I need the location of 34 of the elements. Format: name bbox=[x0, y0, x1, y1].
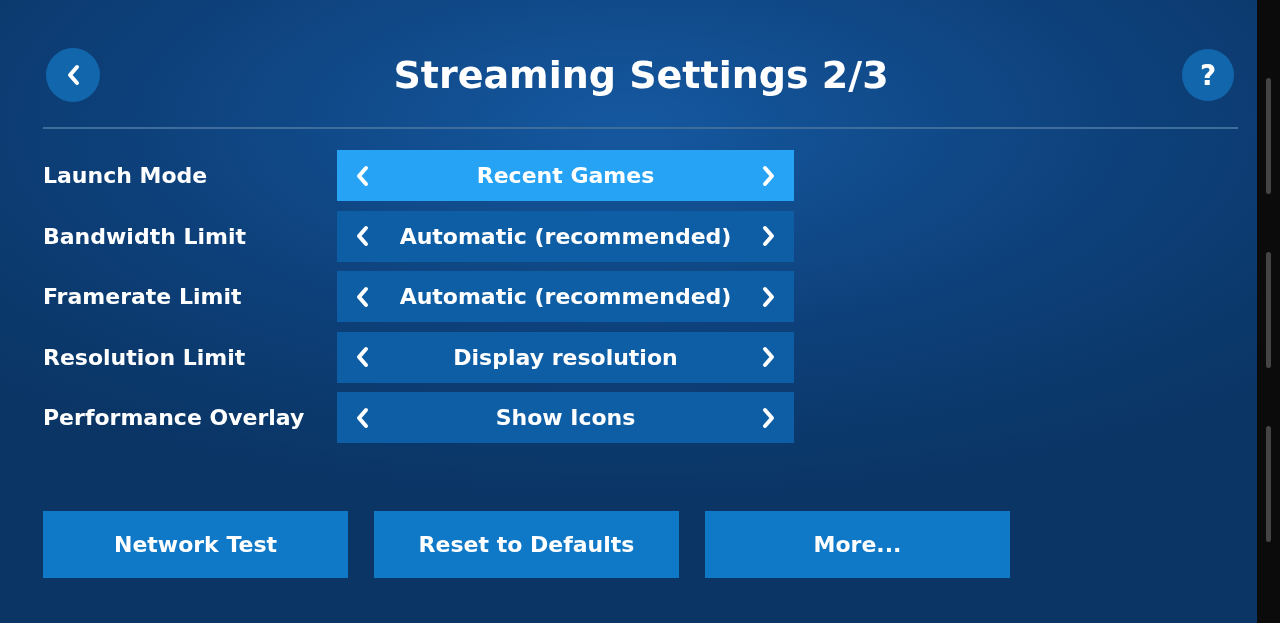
next-button[interactable] bbox=[762, 225, 776, 247]
next-button[interactable] bbox=[762, 346, 776, 368]
nav-handle[interactable] bbox=[1266, 426, 1271, 542]
setting-label: Performance Overlay bbox=[43, 405, 306, 430]
back-button[interactable] bbox=[46, 48, 100, 102]
action-button[interactable]: Reset to Defaults bbox=[374, 511, 679, 578]
page-title: Streaming Settings 2/3 bbox=[393, 53, 889, 97]
nav-handle[interactable] bbox=[1266, 252, 1271, 368]
option-selector[interactable]: Show Icons bbox=[337, 392, 794, 443]
option-selector[interactable]: Automatic (recommended) bbox=[337, 271, 794, 322]
option-selector[interactable]: Automatic (recommended) bbox=[337, 210, 794, 262]
help-button[interactable]: ? bbox=[1182, 49, 1234, 101]
selector-value: Automatic (recommended) bbox=[399, 284, 732, 309]
setting-label: Launch Mode bbox=[43, 163, 209, 188]
selector-value: Display resolution bbox=[453, 344, 678, 370]
selector-value: Show Icons bbox=[495, 405, 636, 430]
next-button[interactable] bbox=[762, 406, 776, 429]
action-button[interactable]: Network Test bbox=[43, 511, 348, 578]
previous-button[interactable] bbox=[355, 164, 369, 187]
nav-handle[interactable] bbox=[1266, 78, 1271, 194]
back-icon bbox=[66, 64, 80, 86]
previous-button[interactable] bbox=[355, 406, 369, 429]
selector-value: Recent Games bbox=[476, 163, 655, 188]
setting-label: Bandwidth Limit bbox=[43, 223, 248, 249]
previous-button[interactable] bbox=[355, 346, 369, 368]
action-button[interactable]: More... bbox=[705, 511, 1010, 578]
next-button[interactable] bbox=[762, 164, 776, 187]
setting-label: Framerate Limit bbox=[43, 284, 243, 309]
next-button[interactable] bbox=[762, 285, 776, 308]
setting-label: Resolution Limit bbox=[43, 344, 247, 370]
previous-button[interactable] bbox=[355, 285, 369, 308]
previous-button[interactable] bbox=[355, 225, 369, 247]
option-selector[interactable]: Display resolution bbox=[337, 331, 794, 383]
selector-value: Automatic (recommended) bbox=[399, 223, 732, 249]
